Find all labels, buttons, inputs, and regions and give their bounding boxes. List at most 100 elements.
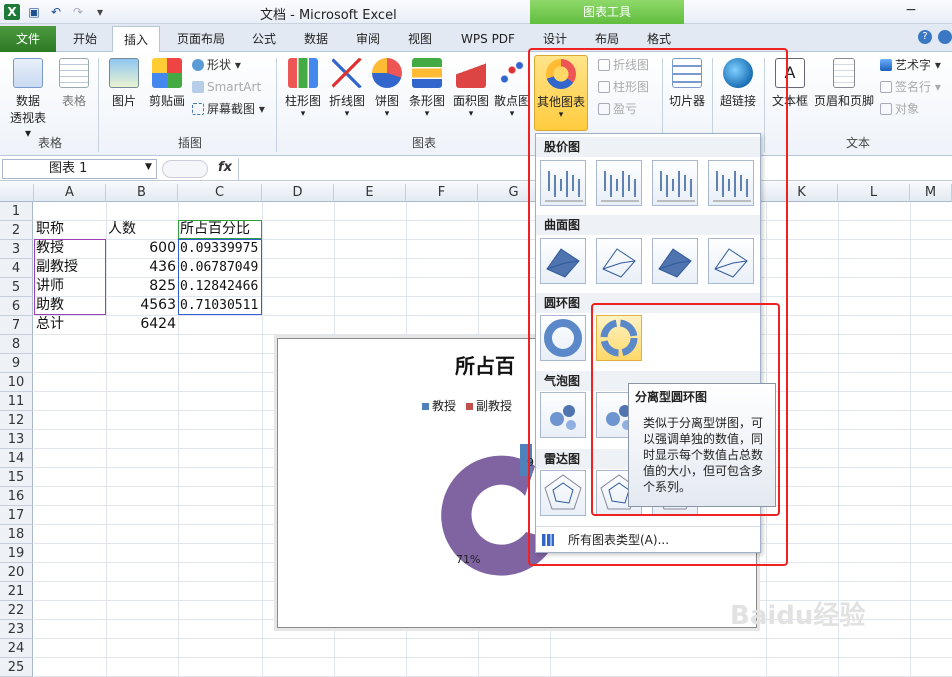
row-header[interactable]: 22 xyxy=(0,601,33,620)
legend-label: 副教授 xyxy=(476,399,513,413)
cell-a7[interactable]: 总计 xyxy=(36,315,64,334)
column-header[interactable]: M xyxy=(910,184,952,202)
cell-b6[interactable]: 4563 xyxy=(108,296,176,315)
tab-view[interactable]: 视图 xyxy=(400,26,440,52)
grid-line xyxy=(34,657,952,658)
undo-icon[interactable]: ↶ xyxy=(48,4,64,20)
row-header[interactable]: 17 xyxy=(0,506,33,525)
group-label-text: 文本 xyxy=(845,136,870,150)
column-chart-arrow: ▾ xyxy=(300,109,306,119)
row-header[interactable]: 7 xyxy=(0,316,33,335)
clipart-icon xyxy=(152,58,182,88)
smartart-button[interactable]: SmartArt xyxy=(192,78,261,96)
object-button[interactable]: 对象 xyxy=(880,100,919,118)
grid-line xyxy=(910,202,911,677)
table-button[interactable]: 表格 xyxy=(56,58,92,109)
line-chart-arrow: ▾ xyxy=(344,109,350,119)
row-header[interactable]: 6 xyxy=(0,297,33,316)
row-header[interactable]: 15 xyxy=(0,468,33,487)
line-chart-icon xyxy=(332,58,362,88)
help-icon-2[interactable] xyxy=(938,30,952,44)
signature-label: 签名行 ▾ xyxy=(895,80,941,94)
row-header[interactable]: 16 xyxy=(0,487,33,506)
row-header[interactable]: 2 xyxy=(0,221,33,240)
column-chart-button[interactable]: 柱形图 ▾ xyxy=(282,58,324,119)
bar-chart-icon xyxy=(412,58,442,88)
customize-qat-icon[interactable]: ▾ xyxy=(92,4,108,20)
row-header[interactable]: 18 xyxy=(0,525,33,544)
tab-data[interactable]: 数据 xyxy=(296,26,336,52)
data-label[interactable]: 71% xyxy=(456,553,480,566)
cell-b3[interactable]: 600 xyxy=(108,239,176,258)
row-header[interactable]: 9 xyxy=(0,354,33,373)
column-header[interactable]: L xyxy=(838,184,910,202)
column-header[interactable]: E xyxy=(334,184,406,202)
cell-b7[interactable]: 6424 xyxy=(108,315,176,334)
line-chart-button[interactable]: 折线图 ▾ xyxy=(326,58,368,119)
row-header[interactable]: 10 xyxy=(0,373,33,392)
screenshot-button[interactable]: 屏幕截图 ▾ xyxy=(192,100,265,118)
row-header[interactable]: 8 xyxy=(0,335,33,354)
header-footer-label: 页眉和页脚 xyxy=(813,94,874,108)
wordart-button[interactable]: 艺术字 ▾ xyxy=(880,56,941,74)
row-header[interactable]: 14 xyxy=(0,449,33,468)
column-header[interactable]: B xyxy=(106,184,178,202)
row-header[interactable]: 21 xyxy=(0,582,33,601)
name-box[interactable]: 图表 1 xyxy=(2,159,157,179)
series-name-range-highlight xyxy=(178,220,262,239)
scatter-chart-button[interactable]: 散点图 ▾ xyxy=(492,58,532,119)
tab-wps-pdf[interactable]: WPS PDF xyxy=(452,26,524,52)
cell-b2[interactable]: 人数 xyxy=(108,220,136,239)
bar-chart-button[interactable]: 条形图 ▾ xyxy=(406,58,448,119)
tab-formulas[interactable]: 公式 xyxy=(244,26,284,52)
row-header[interactable]: 19 xyxy=(0,544,33,563)
chart-title[interactable]: 所占百 xyxy=(455,350,515,379)
row-header[interactable]: 20 xyxy=(0,563,33,582)
row-header[interactable]: 12 xyxy=(0,411,33,430)
row-header[interactable]: 11 xyxy=(0,392,33,411)
tab-review[interactable]: 审阅 xyxy=(348,26,388,52)
group-separator xyxy=(98,58,99,152)
minimize-button[interactable]: − xyxy=(902,2,920,20)
shapes-button[interactable]: 形状 ▾ xyxy=(192,56,241,74)
signature-button[interactable]: 签名行 ▾ xyxy=(880,78,941,96)
pivot-table-button[interactable]: 数据 透视表 ▾ xyxy=(6,58,50,140)
column-header[interactable]: D xyxy=(262,184,334,202)
clipart-button[interactable]: 剪贴画 xyxy=(146,58,188,109)
cell-b4[interactable]: 436 xyxy=(108,258,176,277)
column-header[interactable]: A xyxy=(34,184,106,202)
picture-button[interactable]: 图片 xyxy=(104,58,144,109)
formula-splitter[interactable] xyxy=(162,160,208,178)
wordart-label: 艺术字 ▾ xyxy=(895,58,941,72)
tab-insert[interactable]: 插入 xyxy=(112,26,160,53)
area-chart-icon xyxy=(456,58,486,88)
column-header[interactable]: C xyxy=(178,184,262,202)
column-header[interactable]: F xyxy=(406,184,478,202)
select-all-corner[interactable] xyxy=(0,184,34,202)
name-box-dropdown-icon[interactable]: ▼ xyxy=(145,162,152,172)
screenshot-icon xyxy=(192,103,204,115)
row-header[interactable]: 5 xyxy=(0,278,33,297)
row-header[interactable]: 1 xyxy=(0,202,33,221)
row-header[interactable]: 13 xyxy=(0,430,33,449)
row-header[interactable]: 23 xyxy=(0,620,33,639)
redo-icon[interactable]: ↷ xyxy=(70,4,86,20)
tab-file[interactable]: 文件 xyxy=(0,26,56,52)
area-chart-button[interactable]: 面积图 ▾ xyxy=(450,58,492,119)
row-header[interactable]: 4 xyxy=(0,259,33,278)
help-icon[interactable]: ? xyxy=(918,30,932,44)
tab-home[interactable]: 开始 xyxy=(62,26,108,52)
row-header[interactable]: 24 xyxy=(0,639,33,658)
area-chart-arrow: ▾ xyxy=(468,109,474,119)
row-header[interactable]: 3 xyxy=(0,240,33,259)
cell-a2[interactable]: 职称 xyxy=(36,220,64,239)
insert-function-button[interactable]: fx xyxy=(218,160,232,175)
tab-page-layout[interactable]: 页面布局 xyxy=(170,26,232,52)
row-header[interactable]: 25 xyxy=(0,658,33,677)
chart-legend[interactable]: 教授 副教授 xyxy=(422,397,512,414)
header-footer-button[interactable]: 页眉和页脚 xyxy=(812,58,876,109)
save-icon[interactable]: ▣ xyxy=(26,4,42,20)
cell-b5[interactable]: 825 xyxy=(108,277,176,296)
chart-tools-header: 图表工具 xyxy=(530,0,684,26)
pie-chart-button[interactable]: 饼图 ▾ xyxy=(370,58,404,119)
